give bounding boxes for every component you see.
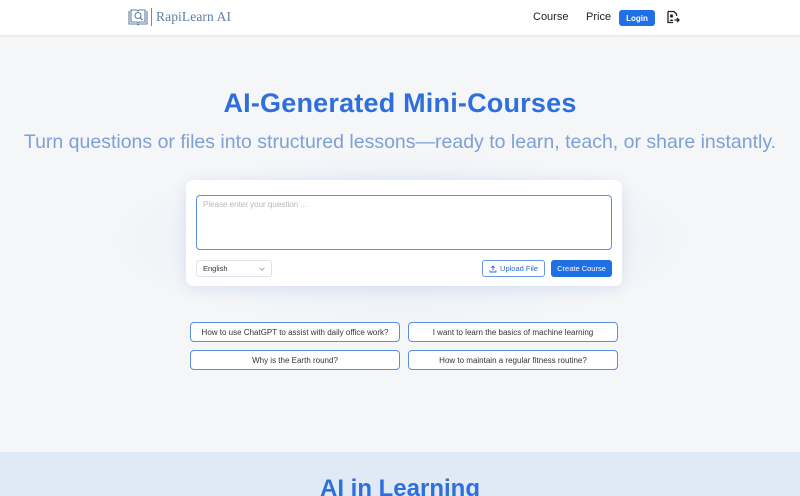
top-navigation-bar: RapiLearn AI Course Price Login xyxy=(0,0,800,35)
suggestion-chip[interactable]: I want to learn the basics of machine le… xyxy=(408,322,618,342)
chevron-down-icon xyxy=(259,267,265,271)
question-input[interactable] xyxy=(196,195,612,250)
language-select[interactable]: English xyxy=(196,260,272,277)
brand-name: RapiLearn AI xyxy=(156,9,232,24)
brand-logo[interactable]: RapiLearn AI xyxy=(128,7,231,27)
language-select-value: English xyxy=(203,264,228,273)
suggestion-chip[interactable]: Why is the Earth round? xyxy=(190,350,400,370)
course-composer-card: English Upload File Create Course xyxy=(186,180,622,286)
create-course-button[interactable]: Create Course xyxy=(551,260,612,277)
suggestion-chip[interactable]: How to use ChatGPT to assist with daily … xyxy=(190,322,400,342)
hero-subtitle: Turn questions or files into structured … xyxy=(23,131,777,153)
nav-course-link[interactable]: Course xyxy=(533,11,568,23)
upload-icon xyxy=(489,264,497,272)
hero-title: AI-Generated Mini-Courses xyxy=(223,88,577,118)
logo-separator xyxy=(151,8,152,26)
login-button[interactable]: Login xyxy=(619,10,655,26)
book-magnifier-icon xyxy=(128,9,148,26)
upload-file-label: Upload File xyxy=(500,264,538,273)
nav-price-link[interactable]: Price xyxy=(586,11,611,23)
export-icon[interactable] xyxy=(666,10,680,24)
upload-file-button[interactable]: Upload File xyxy=(482,260,545,277)
suggestion-chip[interactable]: How to maintain a regular fitness routin… xyxy=(408,350,618,370)
ai-in-learning-heading: AI in Learning xyxy=(319,475,480,496)
